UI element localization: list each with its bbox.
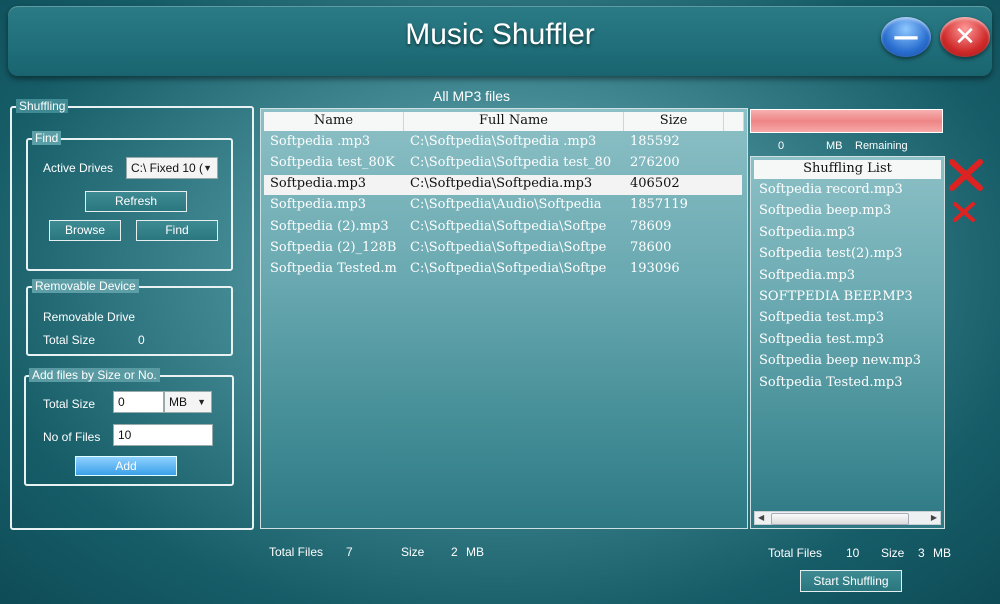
removable-drive-label: Removable Drive — [43, 310, 136, 324]
remaining-value: 0 — [778, 140, 785, 152]
app-title: Music Shuffler — [405, 18, 595, 51]
no-of-files-input[interactable]: 10 — [113, 424, 213, 446]
row-fullname: C:\Softpedia\Softpedia test_80 — [410, 155, 612, 170]
row-size: 276200 — [630, 155, 680, 170]
column-fullname-header[interactable]: Full Name — [404, 112, 624, 131]
start-shuffling-button[interactable]: Start Shuffling — [800, 570, 902, 592]
scrollbar-thumb[interactable] — [771, 513, 909, 525]
table-row[interactable]: Softpedia (2).mp3 C:\Softpedia\Softpedia… — [264, 218, 744, 238]
remaining-unit: MB — [826, 140, 843, 152]
close-icon: ✕ — [954, 22, 976, 52]
shuffle-total-files-value: 10 — [846, 546, 860, 560]
browse-button[interactable]: Browse — [49, 220, 121, 241]
row-fullname: C:\Softpedia\Audio\Softpedia — [410, 197, 602, 212]
list-item[interactable]: Softpedia.mp3 — [759, 225, 855, 240]
row-size: 193096 — [630, 261, 680, 276]
remove-all-icon[interactable] — [948, 158, 984, 192]
list-item[interactable]: Softpedia Tested.mp3 — [759, 375, 902, 390]
list-item[interactable]: Softpedia beep new.mp3 — [759, 353, 921, 368]
chevron-down-icon: ▼ — [203, 163, 212, 173]
table-row[interactable]: Softpedia .mp3 C:\Softpedia\Softpedia .m… — [264, 133, 744, 153]
add-total-size-input[interactable]: 0 — [113, 391, 164, 413]
row-name: Softpedia (2).mp3 — [270, 219, 389, 234]
list-item[interactable]: Softpedia.mp3 — [759, 268, 855, 283]
mp3-list[interactable]: Name Full Name Size Softpedia .mp3 C:\So… — [260, 108, 748, 529]
active-drives-label: Active Drives — [43, 161, 114, 175]
shuffle-size-label: Size — [881, 546, 905, 560]
column-size-header[interactable]: Size — [624, 112, 724, 131]
list-item[interactable]: Softpedia test.mp3 — [759, 332, 884, 347]
remaining-label: Remaining — [855, 140, 908, 152]
mp3-size-value: 2 — [451, 545, 458, 559]
size-unit-value: MB — [169, 395, 187, 409]
row-name: Softpedia.mp3 — [270, 176, 367, 191]
table-row[interactable]: Softpedia test_80K C:\Softpedia\Softpedi… — [264, 154, 744, 174]
list-item[interactable]: Softpedia beep.mp3 — [759, 203, 891, 218]
active-drives-value: C:\ Fixed 10 ( — [131, 161, 204, 175]
find-legend: Find — [32, 131, 62, 145]
scroll-right-icon[interactable]: ▶ — [931, 512, 937, 524]
row-fullname: C:\Softpedia\Softpedia.mp3 — [410, 176, 593, 191]
column-filler-header — [724, 112, 744, 131]
row-name: Softpedia.mp3 — [270, 197, 367, 212]
shuffle-size-unit: MB — [933, 546, 951, 560]
find-button[interactable]: Find — [136, 220, 218, 241]
mp3-size-label: Size — [401, 545, 425, 559]
minimize-icon: — — [893, 22, 919, 52]
chevron-down-icon: ▼ — [197, 397, 206, 407]
row-name: Softpedia (2)_128B — [270, 240, 397, 255]
shuffle-total-files-label: Total Files — [768, 546, 823, 560]
row-fullname: C:\Softpedia\Softpedia .mp3 — [410, 134, 597, 149]
row-size: 406502 — [630, 176, 680, 191]
row-size: 78609 — [630, 219, 672, 234]
list-item[interactable]: Softpedia test(2).mp3 — [759, 246, 902, 261]
row-name: Softpedia test_80K — [270, 155, 395, 170]
row-fullname: C:\Softpedia\Softpedia\Softpe — [410, 261, 607, 276]
add-total-size-label: Total Size — [43, 397, 96, 411]
mp3-total-files-value: 7 — [346, 545, 353, 559]
shuffling-list[interactable]: Shuffling List Softpedia record.mp3 Soft… — [750, 156, 945, 529]
table-row[interactable]: Softpedia Tested.m C:\Softpedia\Softpedi… — [264, 260, 744, 280]
shuffling-list-header: Shuffling List — [754, 160, 941, 179]
table-row-selected[interactable]: Softpedia.mp3 C:\Softpedia\Softpedia.mp3… — [264, 175, 742, 195]
row-size: 78600 — [630, 240, 672, 255]
table-row[interactable]: Softpedia.mp3 C:\Softpedia\Audio\Softped… — [264, 196, 744, 216]
removable-total-size-label: Total Size — [43, 333, 96, 347]
removable-device-legend: Removable Device — [32, 279, 139, 293]
row-name: Softpedia Tested.m — [270, 261, 397, 276]
shuffling-legend: Shuffling — [16, 99, 69, 113]
no-of-files-label: No of Files — [43, 430, 101, 444]
shuffle-size-value: 3 — [918, 546, 925, 560]
add-button[interactable]: Add — [75, 456, 177, 476]
mp3-size-unit: MB — [466, 545, 484, 559]
active-drives-select[interactable]: C:\ Fixed 10 ( ▼ — [126, 157, 218, 179]
list-item[interactable]: Softpedia test.mp3 — [759, 310, 884, 325]
column-name-header[interactable]: Name — [264, 112, 404, 131]
scroll-left-icon[interactable]: ◀ — [758, 512, 764, 524]
list-item[interactable]: SOFTPEDIA BEEP.MP3 — [759, 289, 913, 304]
table-row[interactable]: Softpedia (2)_128B C:\Softpedia\Softpedi… — [264, 239, 744, 259]
mp3-title: All MP3 files — [433, 88, 511, 104]
size-unit-select[interactable]: MB ▼ — [164, 391, 212, 413]
row-size: 185592 — [630, 134, 680, 149]
minimize-button[interactable]: — — [881, 17, 931, 57]
remove-item-icon[interactable] — [952, 201, 976, 223]
row-size: 1857119 — [630, 197, 688, 212]
row-name: Softpedia .mp3 — [270, 134, 371, 149]
refresh-button[interactable]: Refresh — [85, 191, 187, 212]
row-fullname: C:\Softpedia\Softpedia\Softpe — [410, 219, 607, 234]
row-fullname: C:\Softpedia\Softpedia\Softpe — [410, 240, 607, 255]
add-files-legend: Add files by Size or No. — [29, 368, 160, 382]
list-item[interactable]: Softpedia record.mp3 — [759, 182, 903, 197]
horizontal-scrollbar[interactable]: ◀ ▶ — [754, 511, 941, 525]
close-button[interactable]: ✕ — [940, 17, 990, 57]
remaining-progress-bar — [750, 109, 943, 133]
mp3-total-files-label: Total Files — [269, 545, 324, 559]
removable-total-size-value: 0 — [138, 333, 145, 347]
